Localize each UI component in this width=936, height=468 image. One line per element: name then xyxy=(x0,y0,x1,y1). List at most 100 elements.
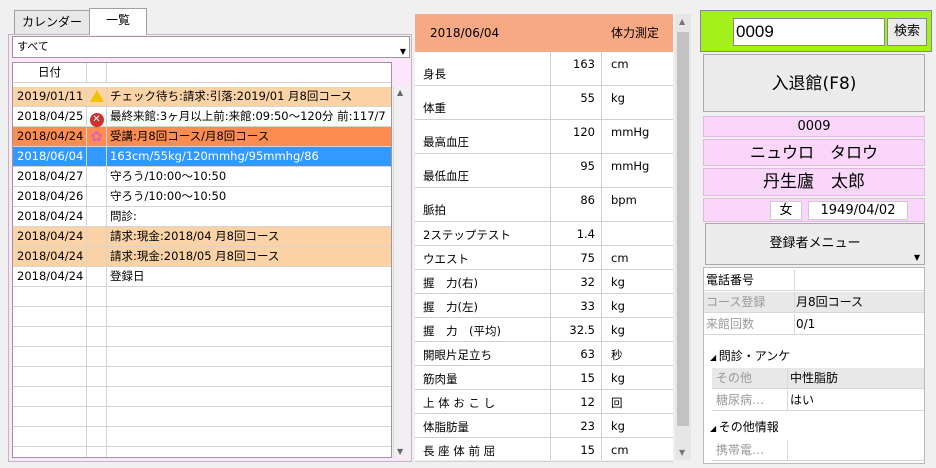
table-row[interactable] xyxy=(13,327,391,347)
info-row-visits: 来館回数 0/1 xyxy=(704,314,924,335)
tab-list[interactable]: 一覧 xyxy=(89,8,147,35)
grid-scrollbar[interactable]: ▲ ▼ xyxy=(393,86,409,458)
info-row-other: その他 中性脂肪 xyxy=(712,368,924,389)
member-search-input[interactable]: 0009 xyxy=(733,18,885,46)
table-row[interactable] xyxy=(13,307,391,327)
other-label: その他 xyxy=(716,371,753,385)
measurement-row[interactable]: 上 体 お こ し 12 回 xyxy=(415,390,673,414)
table-row[interactable] xyxy=(13,447,391,457)
measurement-title: 体力測定 xyxy=(611,26,660,40)
table-row[interactable]: 2018/04/24 請求:現金:2018/04 月8回コース xyxy=(13,227,391,247)
scroll-down-icon[interactable]: ▼ xyxy=(679,448,685,457)
table-row[interactable]: 2018/06/04 163cm/55kg/120mmhg/95mmhg/86 xyxy=(13,147,391,167)
table-row[interactable]: 2018/04/24 問診: xyxy=(13,207,391,227)
measurement-unit: 回 xyxy=(611,396,623,410)
table-row[interactable] xyxy=(13,407,391,427)
measurement-value: 120 xyxy=(573,125,595,139)
table-row[interactable]: 2018/04/24 登録日 xyxy=(13,267,391,287)
row-date: 2018/04/24 xyxy=(13,247,87,267)
table-row[interactable] xyxy=(13,287,391,307)
section-other-info[interactable]: ◢ その他情報 xyxy=(704,416,924,438)
measurement-unit: kg xyxy=(611,275,625,289)
course-label: コース登録 xyxy=(706,295,766,309)
measurement-unit: 秒 xyxy=(611,348,623,362)
measurement-value: 55 xyxy=(580,91,595,105)
scroll-up-icon[interactable]: ▲ xyxy=(679,17,685,26)
table-row[interactable] xyxy=(13,427,391,447)
mobile-label: 携帯電… xyxy=(716,443,765,457)
table-row[interactable]: 2018/04/24 ✿ 受講:月8回コース/月8回コース xyxy=(13,127,391,147)
measurement-header: 2018/06/04 体力測定 xyxy=(415,14,673,52)
measurement-row[interactable]: 握 力(左) 33 kg xyxy=(415,294,673,318)
measurement-value: 15 xyxy=(580,443,595,457)
measurement-row[interactable]: 握 力(右) 32 kg xyxy=(415,270,673,294)
measurement-row[interactable]: 開眼片足立ち 63 秒 xyxy=(415,342,673,366)
measurement-value: 12 xyxy=(580,395,595,409)
course-value[interactable]: 月8回コース xyxy=(796,292,863,312)
measurement-row[interactable]: 握 力 (平均) 32.5 kg xyxy=(415,318,673,342)
measurement-row[interactable]: ウエスト 75 cm xyxy=(415,246,673,270)
scroll-down-icon[interactable]: ▼ xyxy=(397,447,403,456)
row-date xyxy=(13,407,87,427)
measurement-name: 身長 xyxy=(423,67,446,81)
measurement-value: 32.5 xyxy=(569,323,595,337)
row-icon-cell xyxy=(87,327,107,347)
measurement-row[interactable]: 最高血圧 120 mmHg xyxy=(415,120,673,154)
scroll-up-icon[interactable]: ▲ xyxy=(397,88,403,97)
member-sex: 女 xyxy=(770,201,802,220)
section-questionnaire[interactable]: ◢ 問診・アンケ xyxy=(704,345,924,367)
measurement-row[interactable]: 体重 55 kg xyxy=(415,86,673,120)
row-date: 2018/04/26 xyxy=(13,187,87,207)
column-header-date[interactable]: 日付 xyxy=(13,63,87,83)
member-kana: ニュウロ タロウ xyxy=(703,139,925,166)
table-row[interactable] xyxy=(13,367,391,387)
table-row[interactable]: 2018/04/26 守ろう/10:00～10:50 xyxy=(13,187,391,207)
visits-value[interactable]: 0/1 xyxy=(796,314,815,334)
measurement-unit: kg xyxy=(611,91,625,105)
info-row-phone: 電話番号 xyxy=(704,270,924,291)
measurement-unit: kg xyxy=(611,419,625,433)
measurement-row[interactable]: 体脂肪量 23 kg xyxy=(415,414,673,438)
row-date xyxy=(13,347,87,367)
measurement-name: 握 力 (平均) xyxy=(423,324,501,338)
measurement-row[interactable]: 脈拍 86 bpm xyxy=(415,188,673,222)
table-row[interactable] xyxy=(13,387,391,407)
row-date xyxy=(13,427,87,447)
row-icon-cell xyxy=(87,247,107,267)
entry-exit-button[interactable]: 入退館(F8) xyxy=(703,54,925,112)
row-icon-cell: ✕ xyxy=(87,107,107,127)
tab-calendar[interactable]: カレンダー xyxy=(14,10,90,34)
row-text: 163cm/55kg/120mmhg/95mmhg/86 xyxy=(110,149,319,163)
table-row[interactable]: 2019/01/11 チェック待ち:請求:引落:2019/01 月8回コース xyxy=(13,87,391,107)
measurement-row[interactable]: 筋肉量 15 kg xyxy=(415,366,673,390)
table-row[interactable] xyxy=(13,347,391,367)
diabetes-value[interactable]: はい xyxy=(790,390,814,410)
row-icon-cell xyxy=(87,187,107,207)
row-icon-cell xyxy=(87,307,107,327)
table-row[interactable]: 2018/04/25 ✕ 最終来館:3ヶ月以上前:来館:09:50～120分 前:1… xyxy=(13,107,391,127)
filter-dropdown[interactable]: すべて ▼ xyxy=(12,36,410,58)
scroll-thumb[interactable] xyxy=(677,32,689,426)
member-meta: 女 1949/04/02 xyxy=(703,198,925,222)
table-row[interactable]: 2018/04/24 請求:現金:2018/05 月8回コース xyxy=(13,247,391,267)
row-date: 2019/01/11 xyxy=(13,87,87,107)
measurement-row[interactable]: 最低血圧 95 mmHg xyxy=(415,154,673,188)
member-id: 0009 xyxy=(703,116,925,137)
measurement-unit: kg xyxy=(611,299,625,313)
measurement-value: 32 xyxy=(580,275,595,289)
row-date xyxy=(13,387,87,407)
other-value[interactable]: 中性脂肪 xyxy=(790,368,838,388)
row-date xyxy=(13,287,87,307)
search-button[interactable]: 検索 xyxy=(887,18,927,46)
row-text: 請求:現金:2018/05 月8回コース xyxy=(110,249,280,263)
member-menu-button[interactable]: 登録者メニュー ▼ xyxy=(705,223,925,265)
measurement-scrollbar[interactable]: ▲ ▼ xyxy=(675,14,691,460)
table-row[interactable]: 2018/04/27 守ろう/10:00～10:50 xyxy=(13,167,391,187)
measurement-row[interactable]: 長 座 体 前 屈 15 cm xyxy=(415,438,673,462)
measurement-name: 2ステップテスト xyxy=(423,228,511,242)
measurement-row[interactable]: 身長 163 cm xyxy=(415,52,673,86)
error-icon: ✕ xyxy=(89,113,104,127)
member-info-table: 電話番号 コース登録 月8回コース 来館回数 0/1 ◢ 問診・アンケ その他 … xyxy=(703,267,925,464)
row-text: 請求:現金:2018/04 月8回コース xyxy=(110,229,280,243)
measurement-row[interactable]: 2ステップテスト 1.4 xyxy=(415,222,673,246)
